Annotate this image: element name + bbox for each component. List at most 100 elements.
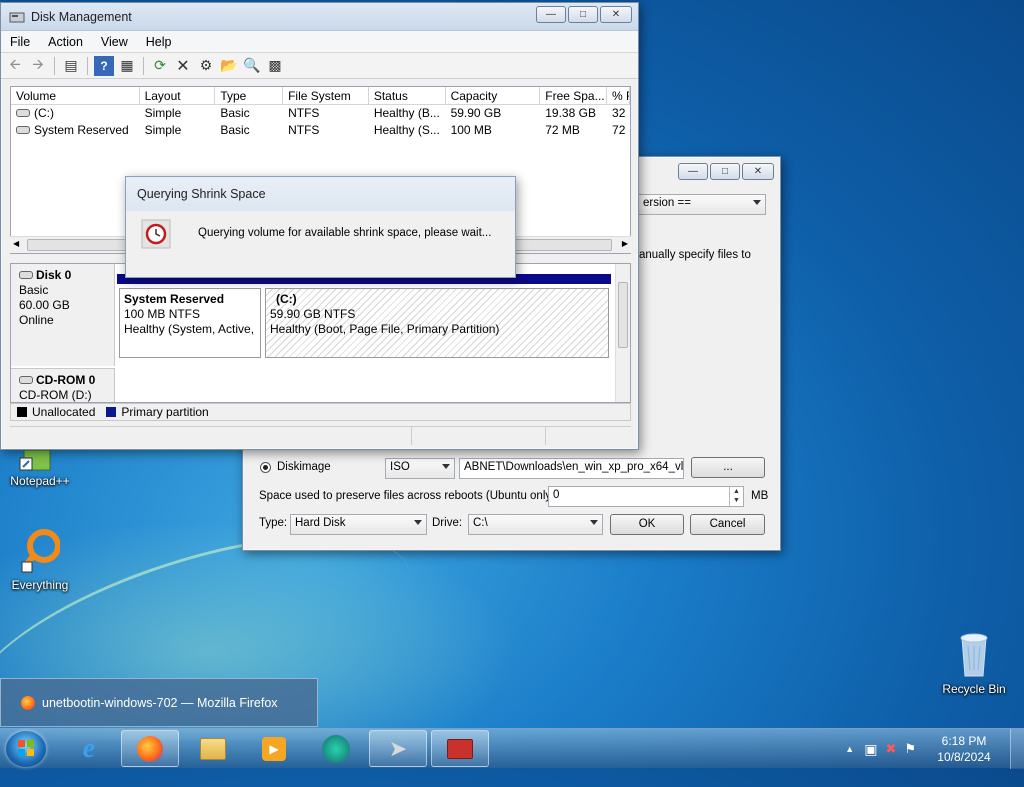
space-label: Space used to preserve files across rebo… <box>259 490 559 502</box>
partition-system-reserved[interactable]: System Reserved 100 MB NTFS Healthy (Sys… <box>119 288 261 358</box>
space-spinner[interactable]: ▲ ▼ <box>729 487 743 506</box>
notepadpp-icon <box>18 448 52 472</box>
col-percent-free[interactable]: % F <box>607 87 630 104</box>
ok-button[interactable]: OK <box>610 514 684 535</box>
desktop-icon-label: Notepad++ <box>10 474 70 488</box>
dialog-title: Querying Shrink Space <box>126 177 515 211</box>
desktop-icon-recycle-bin[interactable]: Recycle Bin <box>934 630 1014 696</box>
menu-help[interactable]: Help <box>137 35 181 49</box>
partition-c-drive[interactable]: (C:) 59.90 GB NTFS Healthy (Boot, Page F… <box>265 288 609 358</box>
cell-status: Healthy (S... <box>373 123 440 137</box>
show-hidden-icons-icon[interactable]: ▲ <box>845 744 854 754</box>
taskbar-app[interactable] <box>307 730 365 767</box>
taskbar-explorer[interactable] <box>184 730 242 767</box>
taskbar-firefox[interactable] <box>121 730 179 767</box>
open-icon[interactable]: 📂 <box>219 56 239 76</box>
system-tray: ▲ ▣ ✖ ⚑ 6:18 PM 10/8/2024 <box>845 729 1024 769</box>
maximize-button[interactable]: □ <box>710 163 740 180</box>
space-input[interactable]: 0 <box>548 486 744 507</box>
minimize-button[interactable]: — <box>536 6 566 23</box>
type-select[interactable]: Hard Disk <box>290 514 427 535</box>
cancel-button[interactable]: Cancel <box>690 514 765 535</box>
cell-layout: Simple <box>144 123 182 137</box>
properties-icon[interactable]: ▦ <box>117 56 137 76</box>
close-button[interactable]: ✕ <box>600 6 632 23</box>
clock[interactable]: 6:18 PM 10/8/2024 <box>928 733 1000 765</box>
caption-buttons: — □ ✕ <box>536 6 632 23</box>
maximize-button[interactable]: □ <box>568 6 598 23</box>
search-icon[interactable]: 🔍 <box>242 56 262 76</box>
scrollbar-thumb[interactable] <box>618 282 628 348</box>
back-arrow-icon[interactable]: 🡨 <box>5 56 25 76</box>
firefox-icon <box>137 735 163 762</box>
drive-select[interactable]: C:\ <box>468 514 603 535</box>
menu-view[interactable]: View <box>92 35 137 49</box>
menu-bar: File Action View Help <box>1 31 638 53</box>
start-button[interactable] <box>6 731 46 767</box>
scroll-right-icon[interactable]: ▶ <box>622 239 628 248</box>
col-file-system[interactable]: File System <box>283 87 369 104</box>
version-combo[interactable]: ersion == <box>638 194 766 215</box>
cdrom-name: CD-ROM 0 <box>36 373 96 387</box>
forward-arrow-icon[interactable]: 🡪 <box>28 56 48 76</box>
clock-time: 6:18 PM <box>941 734 987 748</box>
legend-unallocated: Unallocated <box>32 405 96 419</box>
scroll-left-icon[interactable]: ◀ <box>13 239 19 248</box>
settings-icon[interactable]: ⚙ <box>196 56 216 76</box>
col-free-space[interactable]: Free Spa... <box>540 87 608 104</box>
image-path-input[interactable]: ABNET\Downloads\en_win_xp_pro_x64_vl.iso <box>459 458 684 479</box>
cell-pct: 72 <box>612 123 626 137</box>
legend-swatch-unallocated <box>17 407 27 417</box>
desktop-icon-notepadpp[interactable]: Notepad++ <box>0 448 80 488</box>
table-row[interactable]: System Reserved Simple Basic NTFS Health… <box>11 122 630 139</box>
menu-file[interactable]: File <box>1 35 39 49</box>
cell-status: Healthy (B... <box>373 106 440 120</box>
image-type-select[interactable]: ISO <box>385 458 455 479</box>
volume-muted-icon[interactable]: ✖ <box>885 741 896 757</box>
taskbar-thumbnail-preview[interactable]: unetbootin-windows-702 — Mozilla Firefox <box>0 678 318 727</box>
help-icon[interactable]: ? <box>94 55 114 76</box>
delete-icon[interactable]: ✕ <box>173 56 193 76</box>
show-desktop-button[interactable] <box>1010 729 1024 769</box>
querying-shrink-dialog: Querying Shrink Space Querying volume fo… <box>125 176 516 278</box>
col-layout[interactable]: Layout <box>140 87 216 104</box>
desktop-icon-everything[interactable]: Everything <box>0 528 80 592</box>
disk-icon <box>19 271 33 279</box>
firefox-icon <box>21 695 35 710</box>
legend: Unallocated Primary partition <box>10 403 631 421</box>
volume-icon <box>16 109 30 117</box>
disk0-kind: Basic <box>19 283 49 297</box>
col-status[interactable]: Status <box>369 87 446 104</box>
col-capacity[interactable]: Capacity <box>446 87 541 104</box>
disk0-name: Disk 0 <box>36 268 72 282</box>
disk0-label[interactable]: Disk 0 Basic 60.00 GB Online <box>11 264 115 366</box>
status-bar <box>10 426 631 445</box>
volume-name: System Reserved <box>34 123 129 137</box>
vertical-scrollbar[interactable] <box>615 264 630 402</box>
volume-list-header: Volume Layout Type File System Status Ca… <box>11 87 630 105</box>
table-row[interactable]: (C:) Simple Basic NTFS Healthy (B... 59.… <box>11 105 630 122</box>
taskbar-media-player[interactable]: ▶ <box>245 730 303 767</box>
cdrom-label[interactable]: CD-ROM 0 CD-ROM (D:) <box>11 368 115 402</box>
disk-graphical-view: Disk 0 Basic 60.00 GB Online System Rese… <box>10 263 631 403</box>
close-button[interactable]: ✕ <box>742 163 774 180</box>
taskbar: e ▶ ➤ ▲ ▣ ✖ ⚑ 6:18 PM 10/8/2024 <box>0 728 1024 769</box>
minimize-button[interactable]: — <box>678 163 708 180</box>
taskbar-unetbootin[interactable]: ➤ <box>369 730 427 767</box>
diskimage-radio[interactable] <box>260 462 271 473</box>
disk-list-icon[interactable]: ▤ <box>61 56 81 76</box>
recycle-bin-icon <box>954 630 994 680</box>
action-center-icon[interactable]: ⚑ <box>904 741 916 757</box>
col-type[interactable]: Type <box>215 87 284 104</box>
grid-icon[interactable]: ▩ <box>265 56 285 76</box>
taskbar-disk-management[interactable] <box>431 730 489 767</box>
taskbar-ie[interactable]: e <box>60 730 118 767</box>
volume-icon <box>16 126 30 134</box>
menu-action[interactable]: Action <box>39 35 92 49</box>
network-icon[interactable]: ▣ <box>864 741 877 758</box>
disk0-size: 60.00 GB <box>19 298 70 312</box>
col-volume[interactable]: Volume <box>11 87 140 104</box>
browse-button[interactable]: ... <box>691 457 765 478</box>
partition-size: 100 MB NTFS <box>124 307 201 321</box>
refresh-icon[interactable]: ⟳ <box>150 56 170 76</box>
